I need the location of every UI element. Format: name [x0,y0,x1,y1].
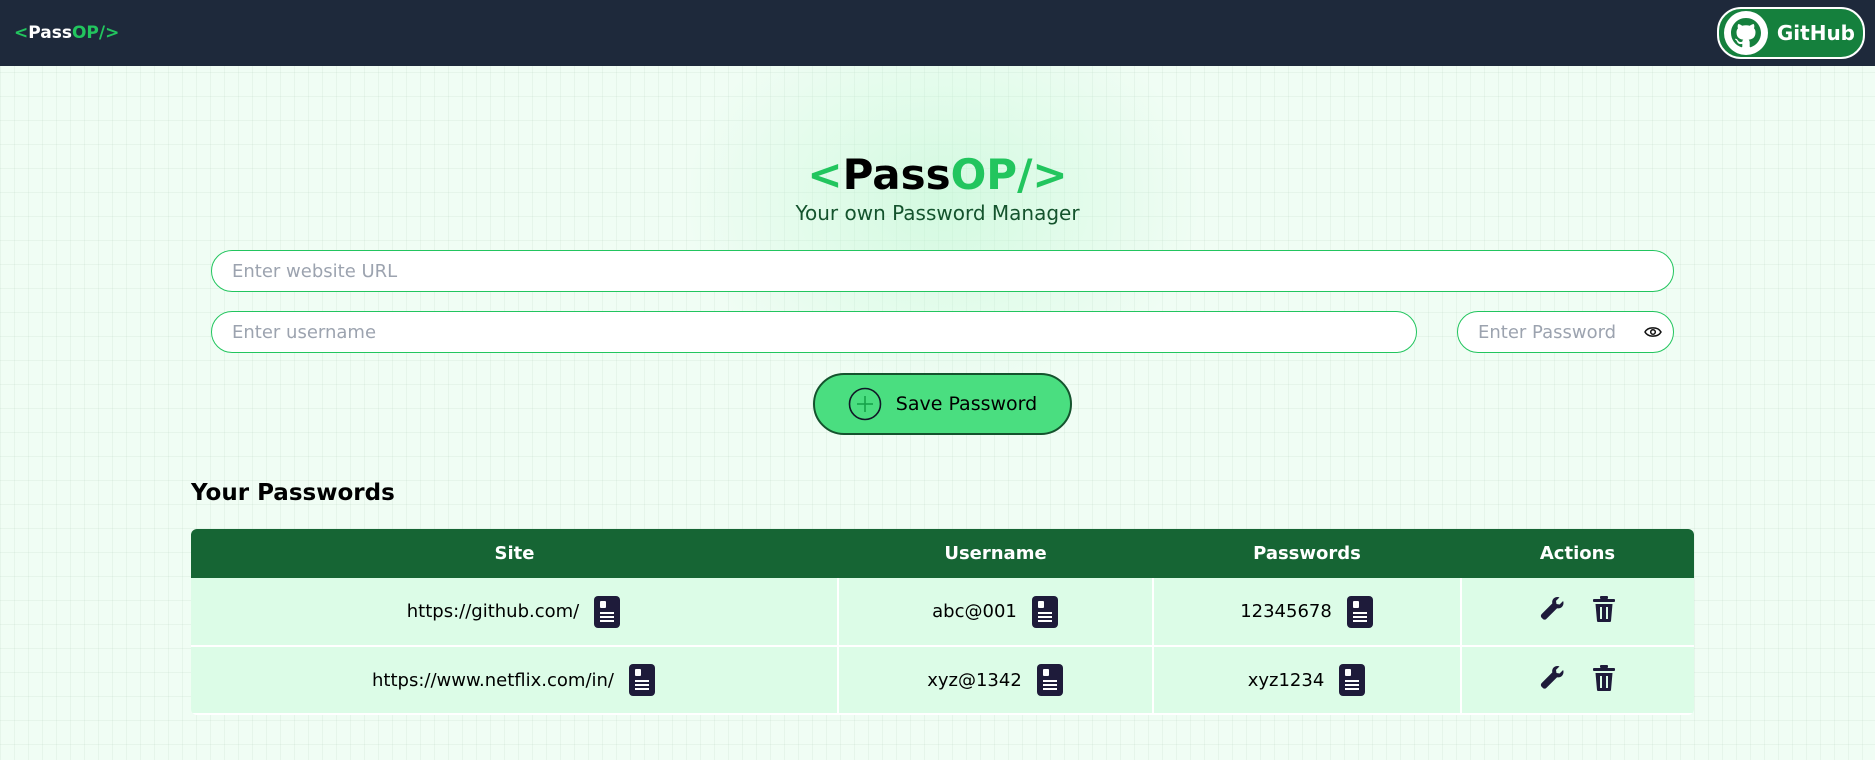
password-value: 12345678 [1240,601,1332,622]
site-link[interactable]: https://github.com/ [407,601,579,622]
username-value: xyz@1342 [927,669,1022,691]
page-title: <PassOP/> [0,150,1875,199]
copy-icon[interactable] [1346,595,1374,629]
username-value: abc@001 [932,601,1017,622]
eye-icon[interactable] [1644,325,1662,339]
column-header-passwords: Passwords [1253,543,1361,564]
page-subtitle: Your own Password Manager [795,201,1080,225]
website-url-input[interactable] [211,250,1674,292]
site-cell: https://github.com/ [191,578,839,647]
username-cell: abc@001 [837,578,1154,647]
navbar: <PassOP/> GitHub [0,0,1875,66]
actions-cell [1460,646,1694,715]
passwords-heading: Your Passwords [191,480,395,506]
table-row: https://www.netflix.com/in/ xyz@1342 xyz… [191,646,1694,715]
title-op: OP/> [950,150,1068,199]
brand-open: < [14,23,29,43]
passwords-table: Site Username Passwords Actions https://… [191,529,1694,715]
copy-icon[interactable] [1031,595,1059,629]
title-pass: Pass [842,150,951,199]
save-password-button[interactable]: Save Password [813,373,1072,435]
save-password-label: Save Password [895,393,1038,415]
copy-icon[interactable] [593,595,621,629]
table-header-row: Site Username Passwords Actions [191,529,1694,578]
site-link[interactable]: https://www.netflix.com/in/ [372,670,614,691]
password-input[interactable] [1457,311,1674,353]
title-open: < [807,150,843,199]
username-cell: xyz@1342 [837,646,1154,715]
column-header-site: Site [494,543,535,564]
brand-pass: Pass [28,23,72,43]
brand-op: OP/> [71,23,120,43]
edit-icon[interactable] [1539,664,1565,692]
password-cell: xyz1234 [1152,646,1462,715]
site-cell: https://www.netflix.com/in/ [191,646,839,715]
github-button[interactable]: GitHub [1716,7,1865,59]
column-header-username: Username [944,543,1047,564]
copy-icon[interactable] [628,663,656,697]
add-circle-icon [848,387,882,421]
delete-icon[interactable] [1591,595,1617,623]
edit-icon[interactable] [1539,595,1565,623]
column-header-actions: Actions [1539,543,1616,564]
actions-cell [1460,578,1694,647]
delete-icon[interactable] [1591,664,1617,692]
github-icon [1723,11,1768,55]
username-input[interactable] [211,311,1417,353]
password-field-wrapper [1457,311,1674,353]
table-row: https://github.com/ abc@001 12345678 [191,578,1694,647]
navbar-brand[interactable]: <PassOP/> [14,23,119,43]
password-value: xyz1234 [1247,669,1325,691]
copy-icon[interactable] [1338,663,1366,697]
github-label: GitHub [1776,21,1855,45]
copy-icon[interactable] [1036,663,1064,697]
password-cell: 12345678 [1152,578,1462,647]
